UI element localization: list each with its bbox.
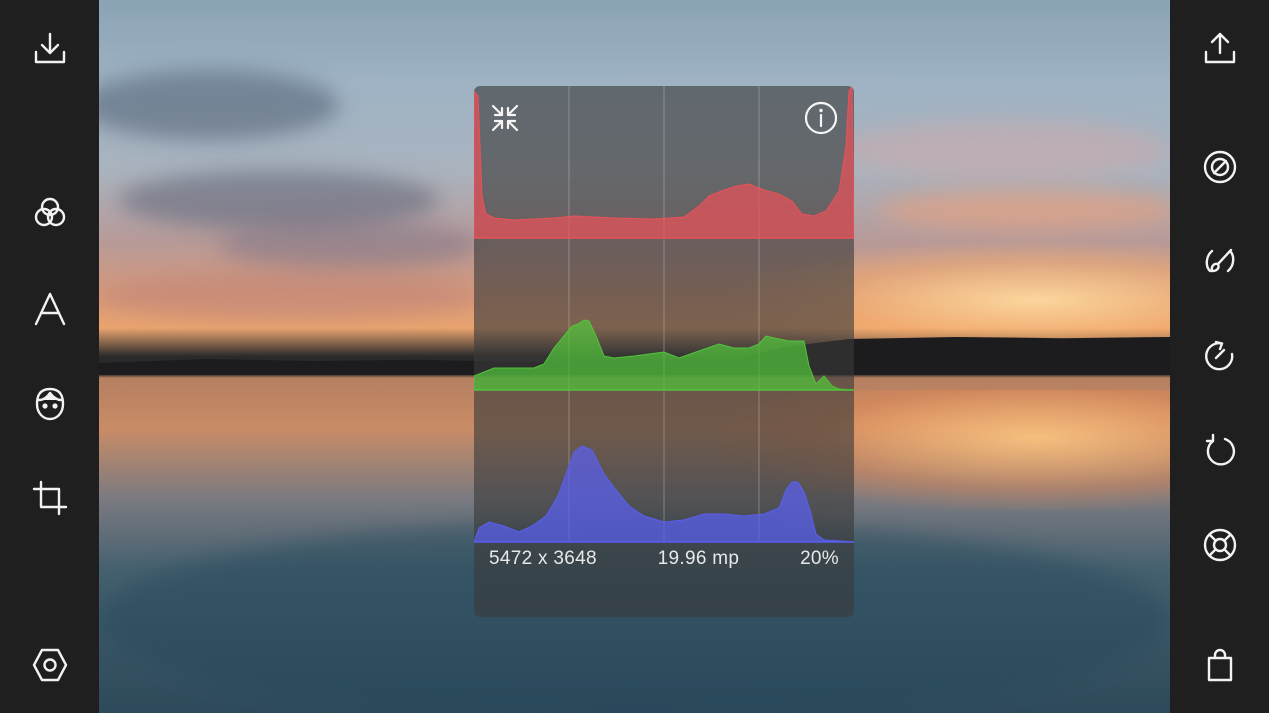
text-icon[interactable] [28, 287, 72, 331]
vignette-icon[interactable] [1198, 145, 1242, 189]
histogram-chart [474, 86, 854, 543]
filters-icon[interactable] [28, 192, 72, 236]
undo-icon[interactable] [1198, 429, 1242, 473]
zoom-level: 20% [800, 548, 839, 569]
face-icon[interactable] [28, 382, 72, 426]
redo-icon[interactable] [1198, 334, 1242, 378]
right-toolbar [1170, 0, 1269, 713]
settings-icon[interactable] [28, 643, 72, 687]
image-megapixels: 19.96 mp [657, 548, 740, 569]
store-icon[interactable] [1198, 643, 1242, 687]
image-stats: 5472 x 3648 19.96 mp 20% [474, 548, 854, 578]
download-icon[interactable] [28, 26, 72, 70]
histogram-panel: 5472 x 3648 19.96 mp 20% [474, 86, 854, 617]
help-icon[interactable] [1198, 523, 1242, 567]
share-icon[interactable] [1198, 26, 1242, 70]
left-toolbar [0, 0, 99, 713]
crop-icon[interactable] [28, 476, 72, 520]
image-dimensions: 5472 x 3648 [489, 548, 597, 569]
info-icon[interactable] [801, 98, 841, 138]
brush-icon[interactable] [1198, 239, 1242, 283]
collapse-icon[interactable] [485, 98, 525, 138]
